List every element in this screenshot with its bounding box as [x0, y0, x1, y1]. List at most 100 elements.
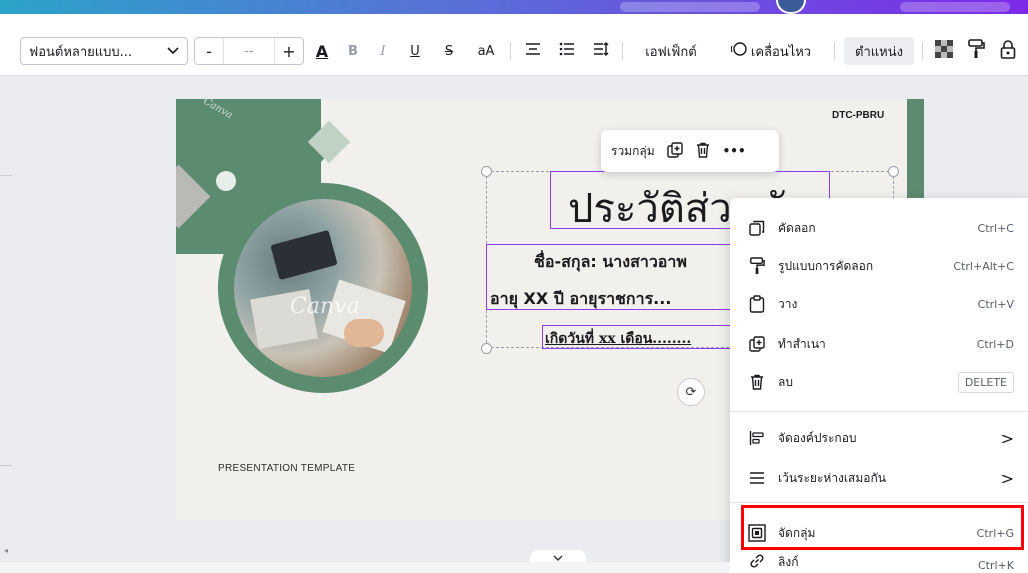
chevron-right-icon: >	[1000, 468, 1014, 488]
menu-item-label: เว้นระยะห่างเสมอกัน	[778, 470, 886, 485]
effects-button[interactable]: เอฟเฟ็กต์	[632, 37, 710, 65]
duplicate-icon[interactable]	[666, 141, 683, 161]
group-button[interactable]: รวมกลุ่ม	[611, 142, 655, 161]
scroll-left-icon[interactable]: ◂	[4, 546, 8, 555]
font-size-stepper: - -- +	[194, 37, 304, 65]
menu-item-label: ลิงก์	[778, 555, 799, 569]
watermark: Canva	[290, 294, 360, 319]
presentation-template-label[interactable]: PRESENTATION TEMPLATE	[218, 463, 355, 474]
meeting-photo[interactable]: Canva	[234, 199, 412, 377]
ruler-mark	[0, 175, 12, 176]
chevron-down-icon	[167, 44, 179, 59]
shortcut-label: Ctrl+K	[977, 559, 1014, 572]
chevron-right-icon: >	[1000, 428, 1014, 448]
spacing-button[interactable]	[588, 37, 614, 65]
spacing-icon	[746, 467, 768, 489]
animate-button[interactable]: เคลื่อนไหว	[716, 37, 826, 65]
horizontal-scrollbar[interactable]: ◂	[0, 546, 730, 556]
italic-button[interactable]: I	[372, 37, 394, 65]
white-dot-shape	[216, 171, 236, 191]
ruler-mark	[0, 465, 12, 466]
font-family-dropdown[interactable]: ฟอนต์หลายแบบ...	[20, 37, 188, 65]
increase-size-button[interactable]: +	[275, 42, 303, 61]
align-icon	[746, 427, 768, 449]
menu-item-link[interactable]: ลิงก์ Ctrl+K	[730, 554, 1028, 572]
trash-icon	[746, 371, 768, 393]
shortcut-label: Ctrl+C	[977, 221, 1014, 235]
resize-handle[interactable]	[481, 343, 492, 354]
paint-roller-icon	[967, 39, 985, 63]
shortcut-label: Ctrl+V	[977, 297, 1014, 311]
header-pill[interactable]	[620, 2, 760, 12]
list-icon	[559, 42, 575, 60]
font-size-input[interactable]: --	[223, 38, 275, 64]
paint-roller-icon	[746, 255, 768, 277]
letter-case-button[interactable]: aA	[470, 37, 502, 65]
decrease-size-button[interactable]: -	[195, 42, 223, 61]
bottom-bar	[0, 562, 730, 573]
copy-icon	[746, 217, 768, 239]
menu-item-align[interactable]: จัดองค์ประกอบ >	[730, 418, 1028, 458]
menu-item-label: รูปแบบการคัดลอก	[778, 258, 874, 273]
strikethrough-button[interactable]: S	[438, 37, 460, 65]
name-text[interactable]: ชื่อ-สกุล: นางสาวอาพ	[534, 250, 687, 275]
clipboard-icon	[746, 293, 768, 315]
position-button[interactable]: ตำแหน่ง	[844, 37, 914, 65]
menu-item-copy[interactable]: คัดลอก Ctrl+C	[730, 208, 1028, 248]
animate-icon	[730, 41, 747, 61]
divider	[922, 42, 923, 60]
text-color-button[interactable]: A	[310, 37, 334, 65]
resize-handle[interactable]	[888, 166, 899, 177]
rotate-icon: ⟳	[685, 384, 697, 400]
link-icon	[746, 554, 768, 572]
list-button[interactable]	[554, 37, 580, 65]
menu-item-spacing[interactable]: เว้นระยะห่างเสมอกัน >	[730, 458, 1028, 498]
bold-button[interactable]: B	[342, 37, 364, 65]
photo-laptop	[270, 229, 338, 281]
align-button[interactable]	[520, 37, 546, 65]
age-text[interactable]: อายุ XX ปี อายุราชการ...	[490, 287, 671, 312]
transparency-icon	[935, 40, 953, 62]
line-spacing-icon	[593, 42, 609, 60]
rotate-handle[interactable]: ⟳	[677, 378, 705, 406]
menu-item-label: วาง	[778, 296, 798, 311]
menu-item-delete[interactable]: ลบ DELETE	[730, 362, 1028, 402]
resize-handle[interactable]	[481, 166, 492, 177]
photo-hand	[344, 319, 384, 347]
animate-label: เคลื่อนไหว	[750, 44, 812, 60]
underline-button[interactable]: U	[404, 37, 426, 65]
copy-style-button[interactable]	[964, 37, 988, 65]
text-color-icon: A	[315, 41, 329, 61]
highlight-box	[741, 505, 1024, 550]
menu-divider	[730, 411, 1028, 412]
text-toolbar: ฟอนต์หลายแบบ... - -- + A B I U S aA เอฟเ…	[0, 14, 1028, 76]
divider	[834, 42, 835, 60]
shortcut-label: Ctrl+Alt+C	[953, 259, 1014, 273]
divider	[510, 42, 511, 60]
font-family-label: ฟอนต์หลายแบบ...	[29, 44, 133, 60]
avatar[interactable]	[776, 0, 806, 14]
trash-icon[interactable]	[695, 142, 711, 161]
more-options-button[interactable]: •••	[723, 144, 746, 158]
divider	[622, 42, 623, 60]
birth-text[interactable]: เกิดวันที่ xx เดือน........	[545, 328, 691, 350]
menu-item-paste[interactable]: วาง Ctrl+V	[730, 284, 1028, 324]
shortcut-label: Ctrl+D	[976, 337, 1014, 351]
menu-item-label: จัดองค์ประกอบ	[778, 430, 857, 445]
lock-icon	[1000, 39, 1016, 63]
top-header-bar	[0, 0, 1028, 14]
align-center-icon	[525, 42, 541, 60]
header-pill[interactable]	[900, 2, 1010, 12]
menu-divider	[730, 502, 1028, 503]
lock-button[interactable]	[996, 37, 1020, 65]
menu-item-label: ทำสำเนา	[778, 336, 826, 351]
menu-item-label: ลบ	[778, 374, 793, 389]
menu-item-label: คัดลอก	[778, 220, 816, 235]
floating-toolbar: รวมกลุ่ม •••	[601, 130, 779, 172]
menu-item-copy-style[interactable]: รูปแบบการคัดลอก Ctrl+Alt+C	[730, 246, 1028, 286]
duplicate-icon	[746, 333, 768, 355]
dtc-label[interactable]: DTC-PBRU	[832, 110, 884, 121]
shortcut-label: DELETE	[957, 371, 1014, 393]
menu-item-duplicate[interactable]: ทำสำเนา Ctrl+D	[730, 324, 1028, 364]
transparency-button[interactable]	[932, 37, 956, 65]
